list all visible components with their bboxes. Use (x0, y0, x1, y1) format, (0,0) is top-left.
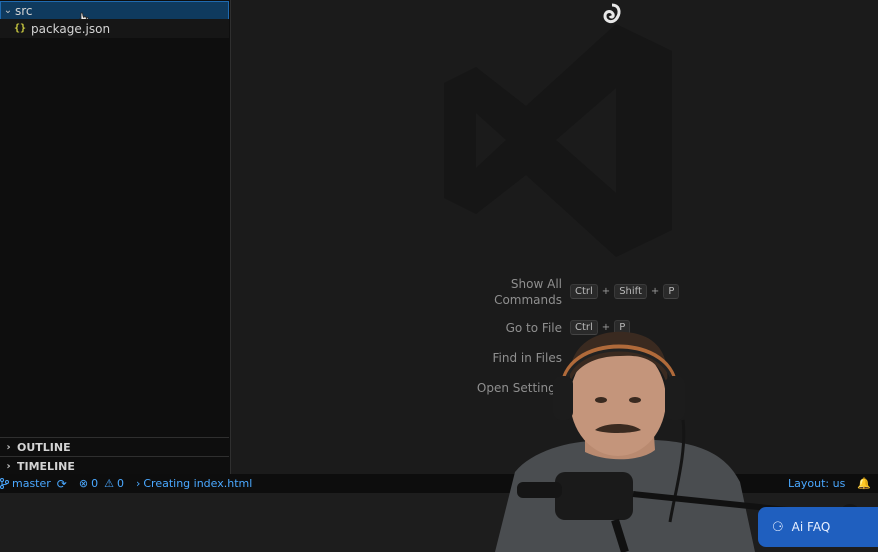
chevron-down-icon: ⌄ (3, 5, 13, 16)
task-chevron-icon: › (135, 477, 141, 490)
problems-status[interactable]: ⊗ 0 ⚠ 0 (79, 477, 124, 490)
warning-icon: ⚠ (104, 477, 114, 490)
error-icon: ⊗ (78, 477, 89, 490)
ai-faq-label: Ai FAQ (791, 520, 831, 534)
branch-name: master (12, 477, 51, 490)
json-braces-icon: {} (14, 23, 27, 34)
task-status[interactable]: › Creating index.html (136, 477, 252, 490)
branch-status[interactable]: master ⟳ (0, 477, 67, 491)
chevron-right-icon: › (6, 441, 11, 453)
tree-item-src-folder[interactable]: ⌄ src (0, 1, 229, 20)
chat-bubble-icon: ⚆ (772, 519, 784, 535)
shortcut-keys: Ctrl + Shift + P (570, 284, 680, 299)
outline-label: OUTLINE (17, 440, 71, 454)
shortcut-label: Commands (494, 293, 562, 307)
key-cap: Ctrl (570, 284, 598, 299)
tree-item-package-json[interactable]: {} package.json (0, 19, 229, 38)
tree-item-label: src (15, 3, 33, 18)
shortcut-show-all-commands: Show All Commands Ctrl + Shift + P (231, 276, 878, 310)
key-plus: + (601, 286, 611, 297)
timeline-panel-header[interactable]: › TIMELINE (0, 456, 229, 475)
outline-panel-header[interactable]: › OUTLINE (0, 437, 229, 456)
git-branch-icon (0, 478, 9, 489)
error-count: 0 (91, 477, 99, 490)
task-text: Creating index.html (143, 477, 253, 490)
warning-count: 0 (116, 477, 124, 490)
key-cap: P (663, 284, 680, 299)
ai-faq-badge[interactable]: ⚆ Ai FAQ (758, 507, 878, 547)
shortcut-label: Show All (510, 277, 562, 291)
explorer-sidebar: ⌄ src {} package.json › OUTLINE › TIMELI… (0, 0, 231, 475)
swirl-overlay-icon (603, 3, 621, 24)
tree-item-label: package.json (31, 21, 111, 36)
vscode-logo-watermark-icon (444, 24, 672, 257)
timeline-label: TIMELINE (17, 459, 75, 473)
key-plus: + (650, 286, 660, 297)
chevron-right-icon: › (6, 460, 11, 472)
key-cap: Shift (614, 284, 647, 299)
sync-icon[interactable]: ⟳ (57, 477, 67, 491)
